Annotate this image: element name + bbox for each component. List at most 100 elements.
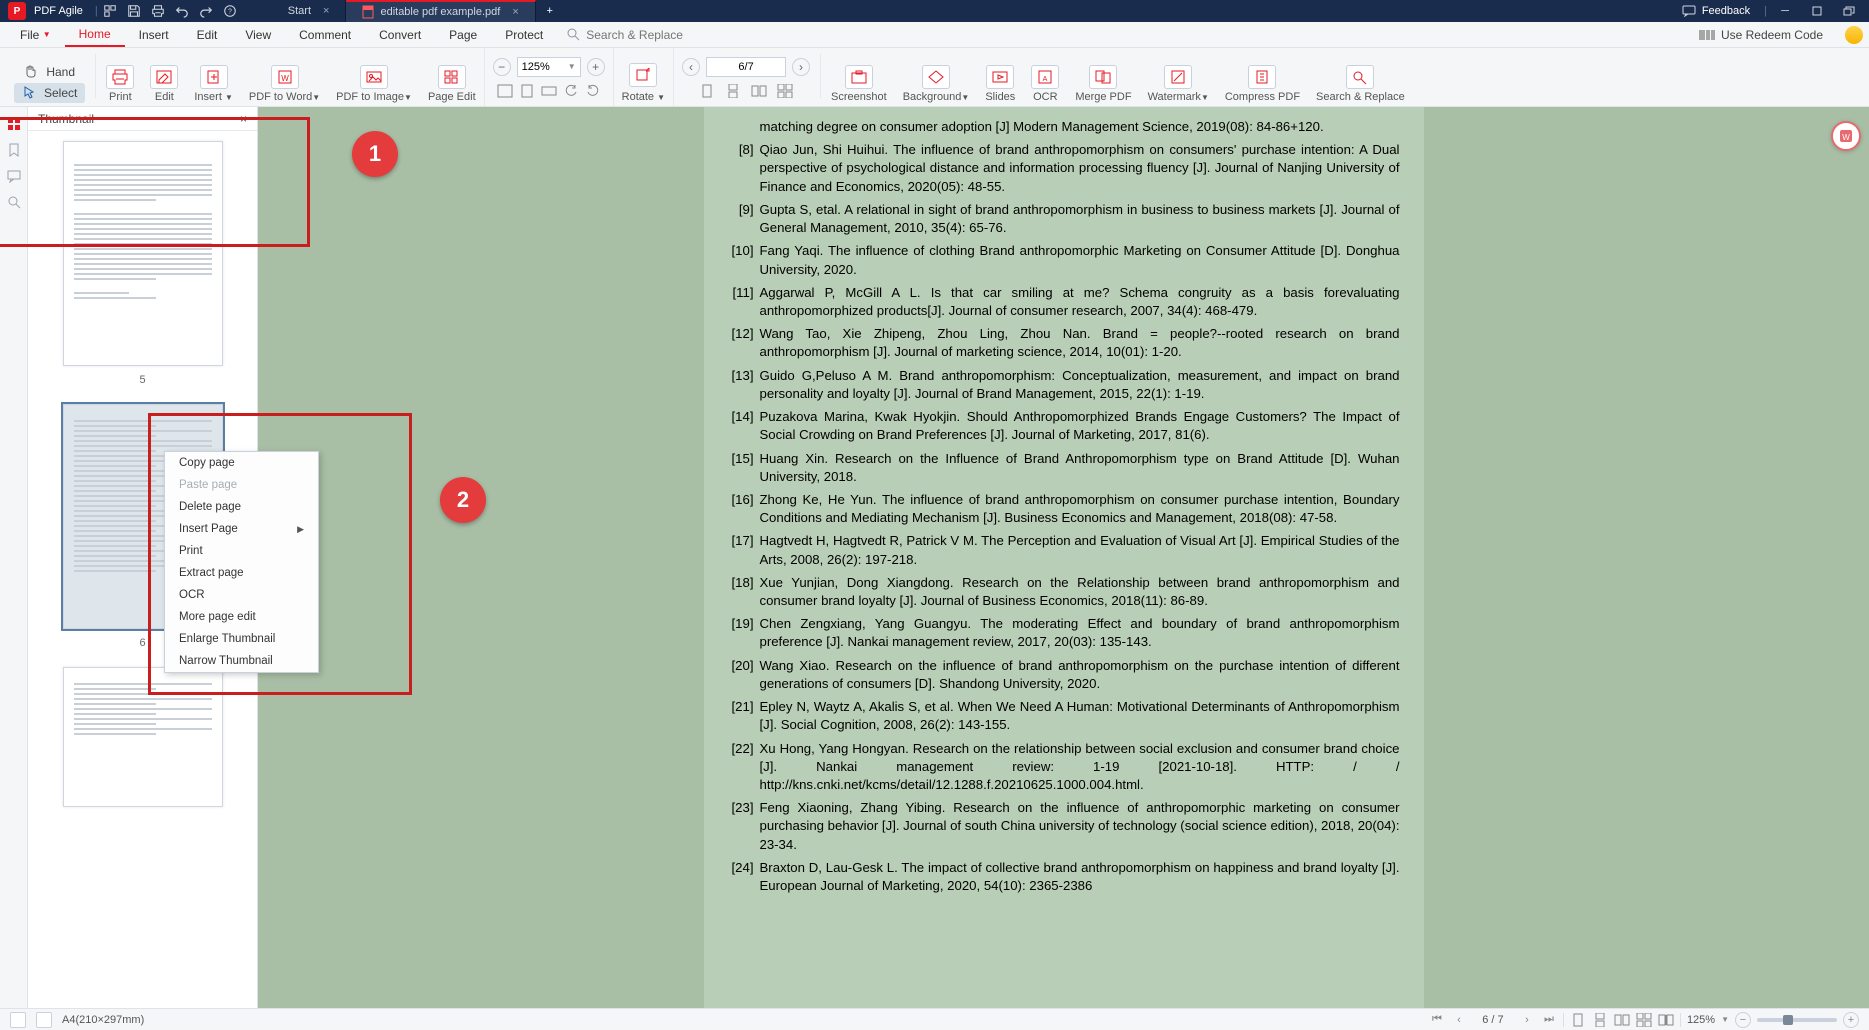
slides-icon[interactable] [986, 65, 1014, 89]
menu-comment[interactable]: Comment [285, 22, 365, 47]
actual-size-icon[interactable] [541, 83, 557, 99]
screenshot-icon[interactable] [845, 65, 873, 89]
tab-start[interactable]: Start × [254, 0, 347, 22]
document-area[interactable]: matching degree on consumer adoption [J]… [258, 107, 1869, 1008]
view-facing-cont-icon[interactable] [1636, 1012, 1652, 1028]
ctx-ocr[interactable]: OCR [165, 584, 318, 606]
view-continuous-icon[interactable] [725, 83, 741, 99]
zoom-in-button[interactable]: + [587, 58, 605, 76]
redeem-button[interactable]: Use Redeem Code [1685, 28, 1837, 42]
maximize-button[interactable] [1803, 2, 1831, 20]
app-logo: P [8, 2, 26, 20]
menu-convert[interactable]: Convert [365, 22, 435, 47]
prev-page-button[interactable]: ‹ [1451, 1012, 1467, 1028]
chevron-down-icon[interactable]: ▼ [1721, 1015, 1729, 1024]
zoom-out-button[interactable]: − [493, 58, 511, 76]
view-book-icon[interactable] [1658, 1012, 1674, 1028]
annotations-tab-icon[interactable] [5, 167, 23, 185]
view-single-icon[interactable] [699, 83, 715, 99]
floating-convert-button[interactable]: W [1831, 121, 1861, 151]
reference-text: Braxton D, Lau-Gesk L. The impact of col… [760, 859, 1400, 895]
search-bar[interactable] [557, 28, 726, 42]
ctx-enlarge-thumbnail[interactable]: Enlarge Thumbnail [165, 628, 318, 650]
menu-home[interactable]: Home [65, 22, 125, 47]
fit-page-icon[interactable] [519, 83, 535, 99]
close-panel-button[interactable]: × [240, 112, 247, 126]
close-icon[interactable]: × [512, 6, 518, 18]
insert-icon[interactable] [200, 65, 228, 89]
ctx-paste-page[interactable]: Paste page [165, 474, 318, 496]
view-facing-icon[interactable] [751, 83, 767, 99]
menu-edit[interactable]: Edit [183, 22, 232, 47]
print-icon[interactable] [106, 65, 134, 89]
fit-width-icon[interactable] [497, 83, 513, 99]
ctx-print[interactable]: Print [165, 540, 318, 562]
view-facing-cont-icon[interactable] [777, 83, 793, 99]
reference-number: [24] [728, 859, 760, 895]
status-page-icon[interactable] [36, 1012, 52, 1028]
rotate-ccw-icon[interactable] [563, 83, 579, 99]
view-facing-icon[interactable] [1614, 1012, 1630, 1028]
page-edit-icon[interactable] [438, 65, 466, 89]
search-input[interactable] [586, 28, 716, 42]
thumb-page-5[interactable] [63, 141, 223, 366]
rotate-button[interactable] [629, 63, 657, 87]
menu-protect[interactable]: Protect [491, 22, 557, 47]
view-single-icon[interactable] [1570, 1012, 1586, 1028]
zoom-out-button[interactable]: − [1735, 1012, 1751, 1028]
select-mode-button[interactable]: Select [14, 83, 85, 103]
tab-document[interactable]: editable pdf example.pdf × [346, 0, 535, 22]
prev-page-button[interactable]: ‹ [682, 58, 700, 76]
add-tab-button[interactable]: + [536, 0, 564, 22]
qat-redo-icon[interactable] [194, 2, 218, 20]
pdf-to-word-icon[interactable]: W [271, 65, 299, 89]
menu-insert[interactable]: Insert [125, 22, 183, 47]
menu-file[interactable]: File ▼ [6, 22, 65, 47]
thumb-page-7[interactable] [63, 667, 223, 807]
background-icon[interactable] [922, 65, 950, 89]
pdf-to-image-icon[interactable] [360, 65, 388, 89]
compress-pdf-icon[interactable] [1248, 65, 1276, 89]
hand-mode-button[interactable]: Hand [16, 62, 83, 82]
restore-button[interactable] [1835, 2, 1863, 20]
watermark-icon[interactable] [1164, 65, 1192, 89]
view-continuous-icon[interactable] [1592, 1012, 1608, 1028]
last-page-button[interactable]: ⏭ [1541, 1012, 1557, 1028]
page-input[interactable] [706, 57, 786, 77]
thumb-item-5[interactable]: 5 [48, 141, 237, 386]
user-avatar[interactable] [1845, 26, 1863, 44]
thumb-item-7[interactable] [48, 667, 237, 807]
ocr-icon[interactable]: A [1031, 65, 1059, 89]
thumbnails-tab-icon[interactable] [5, 115, 23, 133]
menu-view[interactable]: View [231, 22, 285, 47]
edit-icon[interactable] [150, 65, 178, 89]
rotate-cw-icon[interactable] [585, 83, 601, 99]
qat-help-icon[interactable]: ? [218, 2, 242, 20]
ctx-extract-page[interactable]: Extract page [165, 562, 318, 584]
ctx-insert-page[interactable]: Insert Page▶ [165, 518, 318, 540]
feedback-button[interactable]: Feedback [1672, 5, 1760, 17]
ctx-more-page-edit[interactable]: More page edit [165, 606, 318, 628]
ctx-narrow-thumbnail[interactable]: Narrow Thumbnail [165, 650, 318, 672]
zoom-slider-knob[interactable] [1783, 1015, 1793, 1025]
qat-print-icon[interactable] [146, 2, 170, 20]
next-page-button[interactable]: › [1519, 1012, 1535, 1028]
bookmarks-tab-icon[interactable] [5, 141, 23, 159]
zoom-slider[interactable] [1757, 1018, 1837, 1022]
first-page-button[interactable]: ⏮ [1429, 1012, 1445, 1028]
next-page-button[interactable]: › [792, 58, 810, 76]
status-doc-icon[interactable] [10, 1012, 26, 1028]
qat-save-icon[interactable] [122, 2, 146, 20]
ctx-copy-page[interactable]: Copy page [165, 452, 318, 474]
ctx-delete-page[interactable]: Delete page [165, 496, 318, 518]
qat-open-icon[interactable] [98, 2, 122, 20]
search-replace-icon[interactable] [1346, 65, 1374, 89]
qat-undo-icon[interactable] [170, 2, 194, 20]
search-tab-icon[interactable] [5, 193, 23, 211]
zoom-select[interactable]: 125%▼ [517, 57, 581, 77]
minimize-button[interactable]: ─ [1771, 2, 1799, 20]
close-icon[interactable]: × [323, 5, 329, 17]
menu-page[interactable]: Page [435, 22, 491, 47]
merge-pdf-icon[interactable] [1089, 65, 1117, 89]
zoom-in-button[interactable]: + [1843, 1012, 1859, 1028]
